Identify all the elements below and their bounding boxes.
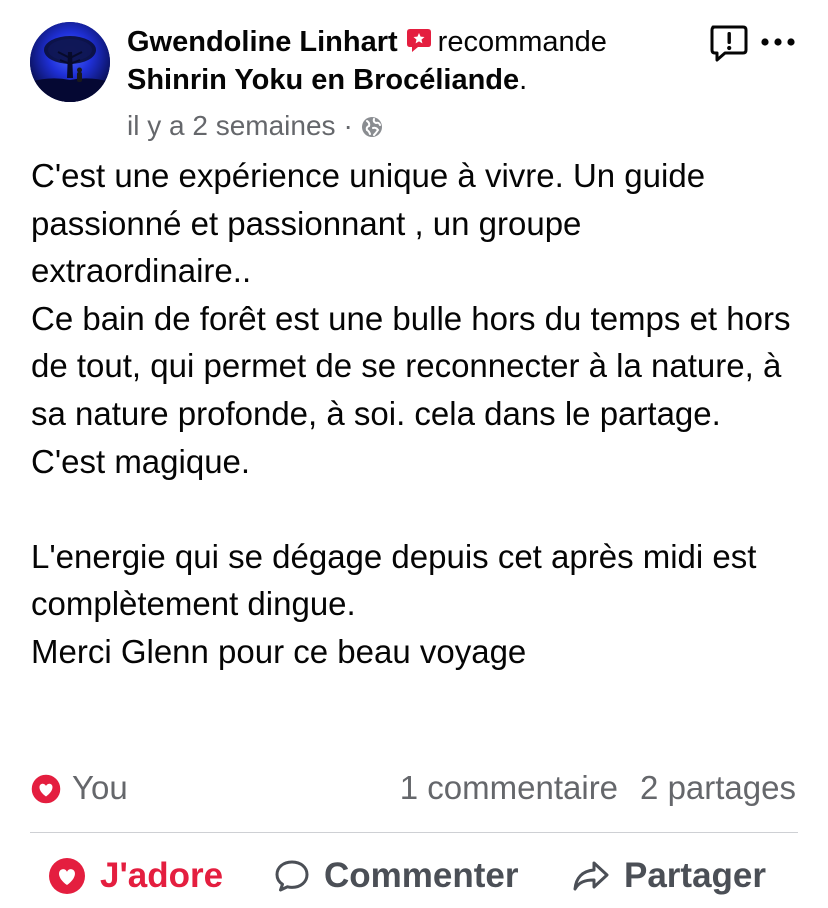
post-paragraph-4: Merci Glenn pour ce beau voyage [31, 632, 527, 670]
author-avatar[interactable] [30, 22, 110, 102]
meta-separator: · [343, 110, 353, 141]
love-icon [49, 858, 85, 894]
comment-label: Commenter [324, 856, 519, 895]
comment-icon [275, 860, 309, 892]
reaction-names[interactable]: You [72, 768, 128, 808]
share-count[interactable]: 2 partages [640, 769, 796, 806]
post-paragraph-1: C'est une expérience unique à vivre. Un … [31, 157, 706, 290]
author-name[interactable]: Gwendoline Linhart [127, 26, 398, 58]
post-paragraph-3: L'energie qui se dégage depuis cet après… [31, 537, 757, 623]
comment-count[interactable]: 1 commentaire [400, 769, 618, 806]
comment-button[interactable]: Commenter [274, 852, 518, 900]
recommend-text: recommande [437, 26, 607, 58]
period: . [519, 64, 528, 96]
reaction-summary: You 1 commentaire 2 partages [30, 768, 800, 808]
love-reaction-icon[interactable] [30, 773, 62, 805]
page-line: Shinrin Yoku en Brocéliande. [127, 62, 527, 98]
share-label: Partager [624, 856, 767, 895]
post-meta: il y a 2 semaines · [127, 108, 383, 147]
post-timestamp[interactable]: il y a 2 semaines [127, 110, 336, 141]
post-paragraph-2: Ce bain de forêt est une bulle hors du t… [31, 299, 791, 480]
divider [30, 832, 798, 833]
report-icon[interactable] [709, 24, 749, 64]
post-body: C'est une expérience unique à vivre. Un … [31, 152, 801, 676]
recommend-icon [406, 26, 432, 62]
more-options-icon[interactable] [760, 34, 796, 50]
engagement-counts: 1 commentaire 2 partages [400, 768, 796, 808]
share-button[interactable]: Partager [572, 852, 766, 900]
action-bar: J'adore Commenter Partager [30, 852, 800, 900]
tree-silhouette-image [30, 22, 110, 102]
love-button[interactable]: J'adore [48, 852, 223, 900]
page-name-link[interactable]: Shinrin Yoku en Brocéliande [127, 64, 519, 96]
post-header: Gwendoline Linhart recommande [127, 24, 607, 62]
share-icon [573, 861, 609, 891]
love-label: J'adore [100, 856, 224, 895]
globe-icon [361, 111, 383, 147]
